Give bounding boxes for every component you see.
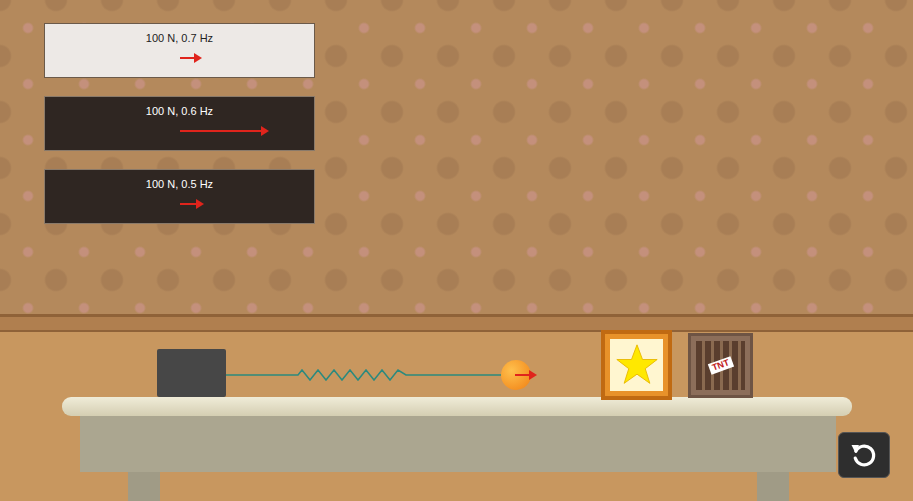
- table-top: [62, 397, 852, 416]
- reset-icon: [849, 440, 879, 470]
- tnt-label: TNT: [708, 356, 734, 374]
- spring-icon[interactable]: [226, 365, 506, 385]
- force-card[interactable]: 100 N, 0.6 Hz: [44, 96, 315, 151]
- force-card-list: 100 N, 0.7 Hz 100 N, 0.6 Hz 100 N, 0.5 Hz: [0, 0, 913, 224]
- force-label: 100 N, 0.6 Hz: [45, 104, 314, 118]
- force-card[interactable]: 100 N, 0.5 Hz: [44, 169, 315, 224]
- force-card[interactable]: 100 N, 0.7 Hz: [44, 23, 315, 78]
- ball-force-arrow-icon: [515, 370, 537, 380]
- table-apron: [80, 414, 836, 472]
- force-label: 100 N, 0.5 Hz: [45, 177, 314, 191]
- force-arrow-icon: [180, 199, 204, 209]
- star-crate: [601, 330, 672, 400]
- force-label: 100 N, 0.7 Hz: [45, 31, 314, 45]
- molding: [0, 314, 913, 332]
- force-arrow-icon: [180, 126, 269, 136]
- force-arrow-icon: [180, 53, 202, 63]
- tnt-crate: TNT: [688, 333, 753, 398]
- star-icon: [615, 343, 659, 387]
- reset-button[interactable]: [838, 432, 890, 478]
- wall-block: [157, 349, 226, 397]
